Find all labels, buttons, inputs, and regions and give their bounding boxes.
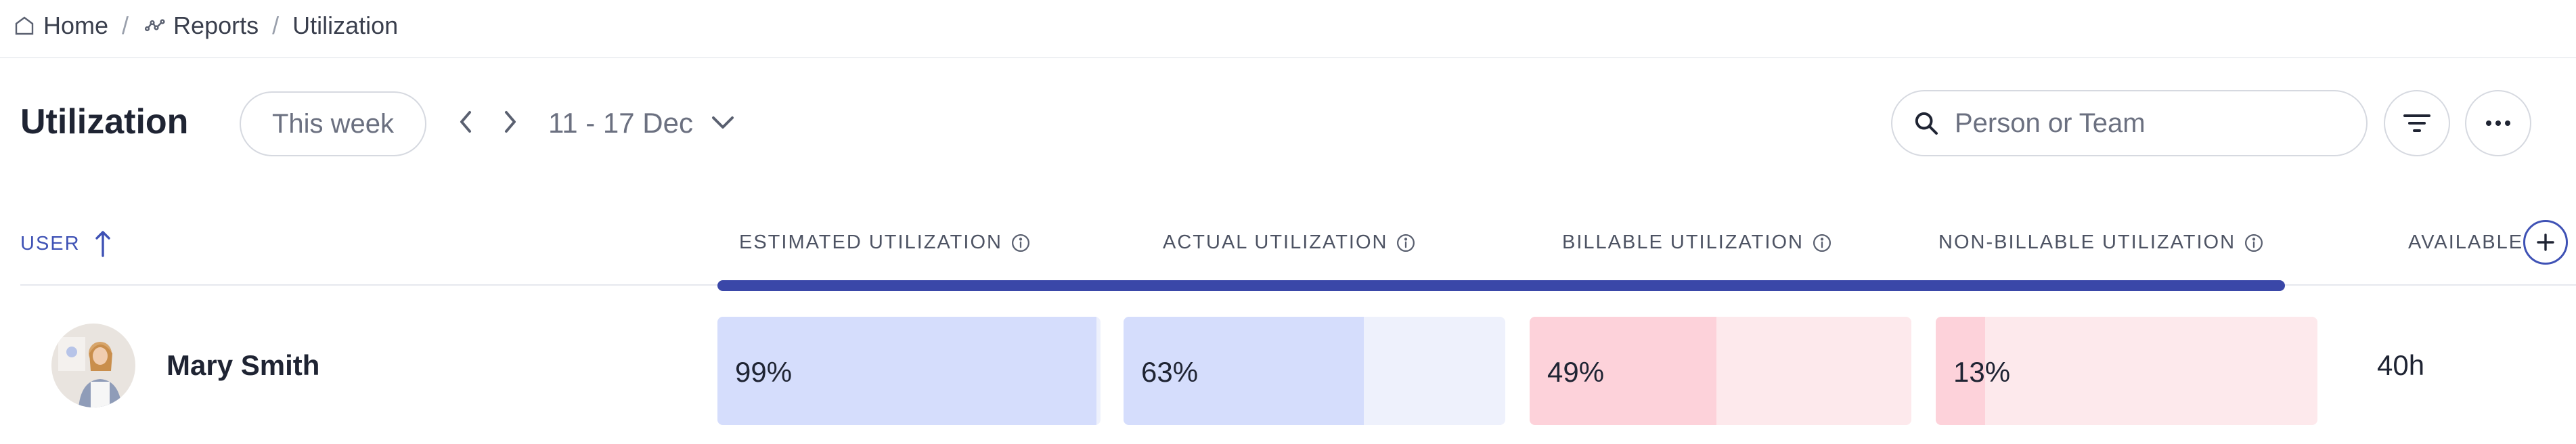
filter-icon [2403,114,2430,132]
estimated-utilization-value: 99% [735,356,793,388]
previous-week-button[interactable] [452,107,479,137]
info-icon[interactable] [1396,233,1416,253]
breadcrumb-home-label: Home [43,12,109,39]
more-icon [2486,120,2510,126]
column-header-billable[interactable]: BILLABLE UTILIZATION [1562,231,1832,254]
search-box[interactable] [1891,90,2368,156]
filter-button[interactable] [2384,90,2450,156]
breadcrumb: Home / Reports / Utilization [12,9,398,42]
sort-ascending-icon [95,231,110,257]
search-input[interactable] [1955,108,2334,139]
more-options-button[interactable] [2465,90,2531,156]
estimated-utilization-bar[interactable]: 99% [717,317,1101,425]
chevron-right-icon [505,111,516,133]
info-icon[interactable] [2244,233,2264,253]
add-column-button[interactable] [2523,220,2568,265]
breadcrumb-current: Utilization [292,12,399,39]
info-icon[interactable] [1011,233,1031,253]
column-header-user-label: USER [20,232,81,254]
page-title: Utilization [20,102,189,141]
breadcrumb-reports-label: Reports [173,12,259,39]
non-billable-utilization-value: 13% [1953,356,2011,388]
actual-utilization-value: 63% [1141,356,1199,388]
non-billable-utilization-bar[interactable]: 13% [1936,317,2317,425]
search-icon [1915,112,1938,135]
column-header-estimated-label: ESTIMATED UTILIZATION [739,231,1002,253]
date-range-label[interactable]: 11 - 17 Dec [548,107,693,139]
actual-utilization-bar[interactable]: 63% [1124,317,1505,425]
column-header-billable-label: BILLABLE UTILIZATION [1562,231,1804,253]
column-header-user[interactable]: USER [20,229,112,259]
chevron-down-icon [712,116,734,129]
date-range-dropdown[interactable] [707,108,739,138]
user-name[interactable]: Mary Smith [166,349,319,382]
column-header-actual[interactable]: ACTUAL UTILIZATION [1163,231,1416,254]
utilization-page: Home / Reports / Utilization Utilization… [0,0,2576,444]
avatar[interactable] [51,324,135,407]
breadcrumb-separator: / [272,12,280,39]
top-divider [0,57,2576,58]
this-week-button[interactable]: This week [240,91,426,156]
column-header-estimated[interactable]: ESTIMATED UTILIZATION [739,231,1031,254]
active-columns-indicator [717,280,2285,291]
column-header-available-label: AVAILABLE [2408,231,2524,253]
column-header-actual-label: ACTUAL UTILIZATION [1163,231,1388,253]
reports-icon [142,14,166,38]
column-header-available[interactable]: AVAILABLE [2408,231,2530,254]
column-header-non-billable-label: NON-BILLABLE UTILIZATION [1938,231,2236,253]
breadcrumb-separator: / [122,12,129,39]
billable-utilization-value: 49% [1547,356,1605,388]
home-icon [12,14,37,38]
column-header-non-billable[interactable]: NON-BILLABLE UTILIZATION [1938,231,2264,254]
plus-icon [2537,234,2554,251]
available-hours: 40h [2377,349,2425,381]
breadcrumb-home[interactable]: Home [12,12,108,40]
breadcrumb-reports[interactable]: Reports [142,12,259,40]
chevron-left-icon [460,111,471,133]
next-week-button[interactable] [497,107,524,137]
billable-utilization-bar[interactable]: 49% [1530,317,1911,425]
info-icon[interactable] [1812,233,1832,253]
